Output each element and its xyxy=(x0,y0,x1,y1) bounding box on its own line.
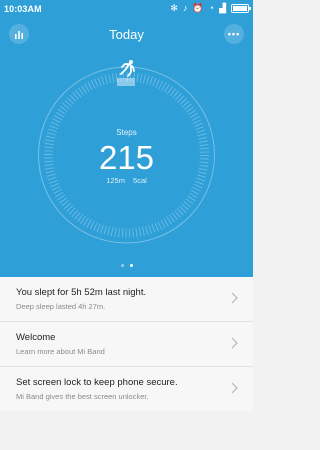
card-subtitle: Deep sleep lasted 4h 27m. xyxy=(16,302,106,311)
mute-icon: ♪ xyxy=(182,3,188,13)
page-indicator xyxy=(0,264,253,267)
chevron-right-icon xyxy=(231,337,238,349)
distance-value: 125m xyxy=(106,176,125,185)
page-dot-active[interactable] xyxy=(129,264,133,267)
wifi-icon: ◔ xyxy=(208,3,215,13)
card-title: You slept for 5h 52m last night. xyxy=(16,287,147,298)
activity-hero: 10:03AM ✻ ♪ ⏰ ◔ ▟ Today ••• Steps 215 12… xyxy=(0,0,253,277)
calories-value: 5cal xyxy=(133,176,147,185)
chevron-right-icon xyxy=(231,292,238,304)
status-time: 10:03AM xyxy=(4,4,42,14)
status-icons: ✻ ♪ ⏰ ◔ ▟ xyxy=(170,3,251,14)
alarm-icon: ⏰ xyxy=(192,3,204,13)
progress-marker xyxy=(117,78,135,86)
status-bar: 10:03AM ✻ ♪ ⏰ ◔ ▟ xyxy=(0,0,253,18)
more-icon: ••• xyxy=(227,29,241,39)
card-subtitle: Learn more about Mi Band xyxy=(16,347,105,356)
card-list: You slept for 5h 52m last night. Deep sl… xyxy=(0,277,253,411)
page-title: Today xyxy=(109,27,144,42)
sleep-card[interactable]: You slept for 5h 52m last night. Deep sl… xyxy=(0,277,253,322)
chevron-right-icon xyxy=(231,382,238,394)
bluetooth-icon: ✻ xyxy=(170,3,178,13)
card-title: Set screen lock to keep phone secure. xyxy=(16,377,178,388)
top-bar: Today ••• xyxy=(0,18,253,50)
more-button[interactable]: ••• xyxy=(224,24,244,44)
page-dot[interactable] xyxy=(120,264,124,267)
activity-summary: 125m 5cal xyxy=(0,176,253,185)
welcome-card[interactable]: Welcome Learn more about Mi Band xyxy=(0,322,253,367)
card-subtitle: Mi Band gives the best screen unlocker. xyxy=(16,392,149,401)
battery-icon xyxy=(231,4,251,13)
steps-label: Steps xyxy=(116,128,137,137)
signal-icon: ▟ xyxy=(219,3,226,13)
screen-lock-card[interactable]: Set screen lock to keep phone secure. Mi… xyxy=(0,367,253,411)
steps-count: 215 xyxy=(98,139,155,176)
card-title: Welcome xyxy=(16,332,56,343)
